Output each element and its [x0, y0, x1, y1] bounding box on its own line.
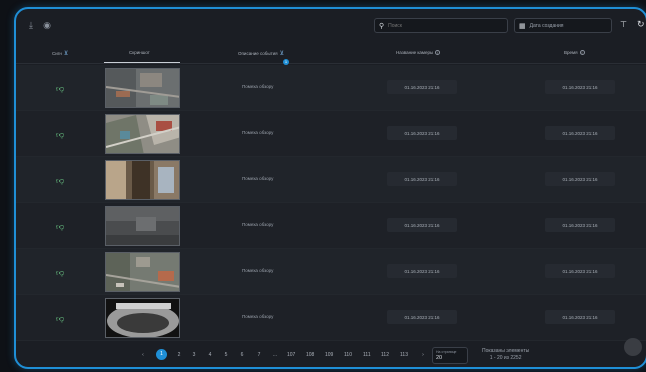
- refresh-icon[interactable]: ↻: [637, 19, 645, 30]
- table-row[interactable]: 👎︎ Помеха обзору 01.16.2023 21:16 01.16.…: [16, 157, 646, 203]
- page-108-button[interactable]: 108: [306, 352, 314, 358]
- event-description: Помеха обзору: [242, 268, 274, 273]
- column-camera[interactable]: Название камеры i: [396, 50, 441, 55]
- snapshot-image[interactable]: [105, 298, 180, 338]
- page-1-button[interactable]: 1: [156, 349, 167, 360]
- thumbs-down-icon[interactable]: 👎︎: [56, 222, 64, 232]
- snapshot-image[interactable]: [105, 252, 180, 292]
- page-109-button[interactable]: 109: [325, 352, 333, 358]
- info-icon[interactable]: i: [579, 50, 585, 55]
- event-description: Помеха обзору: [242, 176, 274, 181]
- snapshot-image[interactable]: [105, 206, 180, 246]
- page-107-button[interactable]: 107: [287, 352, 295, 358]
- event-description: Помеха обзору: [242, 222, 274, 227]
- date-filter[interactable]: ▦ Дата создания: [514, 18, 612, 33]
- event-description: Помеха обзору: [242, 130, 274, 135]
- thumbs-down-icon[interactable]: 👎︎: [56, 84, 64, 94]
- per-page-value: 20: [436, 355, 443, 361]
- info-icon[interactable]: i: [435, 50, 441, 55]
- pagination: ‹ 1 2 3 4 5 6 7 ... 107 108 109 110 111 …: [16, 344, 646, 367]
- camera-time: 01.16.2023 21:16: [387, 172, 457, 186]
- event-time: 01.16.2023 21:16: [545, 126, 615, 140]
- page-110-button[interactable]: 110: [344, 352, 352, 358]
- page-3-button[interactable]: 3: [191, 352, 197, 358]
- search-icon: ⚲: [379, 22, 385, 30]
- per-page-select[interactable]: На странице 20: [432, 347, 468, 364]
- prev-page-button[interactable]: ‹: [140, 352, 146, 358]
- per-page-label: На странице: [436, 350, 457, 354]
- event-description: Помеха обзору: [242, 84, 274, 89]
- filter-icon[interactable]: ⊻: [280, 50, 284, 57]
- column-snapshot[interactable]: Скриншот: [129, 50, 150, 55]
- table-row[interactable]: 👎︎ Помеха обзору 01.16.2023 21:16 01.16.…: [16, 111, 646, 157]
- camera-time: 01.16.2023 21:16: [387, 218, 457, 232]
- table-header: Сигн ⊻ Скриншот Описание события ⊻ 1 Наз…: [16, 42, 646, 65]
- camera-time: 01.16.2023 21:16: [387, 126, 457, 140]
- page-2-button[interactable]: 2: [176, 352, 182, 358]
- table-row[interactable]: 👎︎ Помеха обзору 01.16.2023 21:16 01.16.…: [16, 295, 646, 341]
- filter-clear-icon[interactable]: ⊤: [620, 20, 627, 29]
- camera-time: 01.16.2023 21:16: [387, 80, 457, 94]
- thumbs-down-icon[interactable]: 👎︎: [56, 176, 64, 186]
- event-time: 01.16.2023 21:16: [545, 80, 615, 94]
- page-6-button[interactable]: 6: [239, 352, 245, 358]
- search-input[interactable]: [388, 22, 499, 29]
- thumbs-down-icon[interactable]: 👎︎: [56, 314, 64, 324]
- active-column-underline: [104, 62, 180, 63]
- table-row[interactable]: 👎︎ Помеха обзору 01.16.2023 21:16 01.16.…: [16, 65, 646, 111]
- table-row[interactable]: 👎︎ Помеха обзору 01.16.2023 21:16 01.16.…: [16, 203, 646, 249]
- camera-time: 01.16.2023 21:16: [387, 264, 457, 278]
- column-time[interactable]: Время i: [564, 50, 585, 55]
- page-111-button[interactable]: 111: [363, 352, 371, 358]
- column-description[interactable]: Описание события ⊻: [238, 50, 284, 57]
- snapshot-image[interactable]: [105, 68, 180, 108]
- snapshot-image[interactable]: [105, 160, 180, 200]
- events-panel: ⤓ ◉ ⚲ ▦ Дата создания ⊤ ↻ Сигн ⊻ Скриншо…: [14, 7, 646, 369]
- page-ellipsis: ...: [272, 352, 278, 358]
- column-signal[interactable]: Сигн ⊻: [52, 50, 68, 57]
- event-time: 01.16.2023 21:16: [545, 264, 615, 278]
- camera-time: 01.16.2023 21:16: [387, 310, 457, 324]
- date-filter-label: Дата создания: [529, 22, 564, 29]
- calendar-icon: ▦: [519, 22, 526, 30]
- search-box[interactable]: ⚲: [374, 18, 508, 33]
- page-7-button[interactable]: 7: [256, 352, 262, 358]
- thumbs-down-icon[interactable]: 👎︎: [56, 268, 64, 278]
- page-4-button[interactable]: 4: [207, 352, 213, 358]
- eye-icon[interactable]: ◉: [42, 20, 52, 31]
- shown-items-info: Показаны элементы 1 - 20 из 2252: [482, 348, 530, 361]
- next-page-button[interactable]: ›: [420, 352, 426, 358]
- download-icon[interactable]: ⤓: [26, 20, 36, 31]
- help-button[interactable]: [624, 338, 642, 356]
- page-113-button[interactable]: 113: [400, 352, 408, 358]
- page-112-button[interactable]: 112: [381, 352, 389, 358]
- table-row[interactable]: 👎︎ Помеха обзору 01.16.2023 21:16 01.16.…: [16, 249, 646, 295]
- event-time: 01.16.2023 21:16: [545, 172, 615, 186]
- event-time: 01.16.2023 21:16: [545, 218, 615, 232]
- snapshot-image[interactable]: [105, 114, 180, 154]
- thumbs-down-icon[interactable]: 👎︎: [56, 130, 64, 140]
- page-5-button[interactable]: 5: [223, 352, 229, 358]
- event-time: 01.16.2023 21:16: [545, 310, 615, 324]
- filter-icon[interactable]: ⊻: [64, 50, 68, 57]
- event-description: Помеха обзору: [242, 314, 274, 319]
